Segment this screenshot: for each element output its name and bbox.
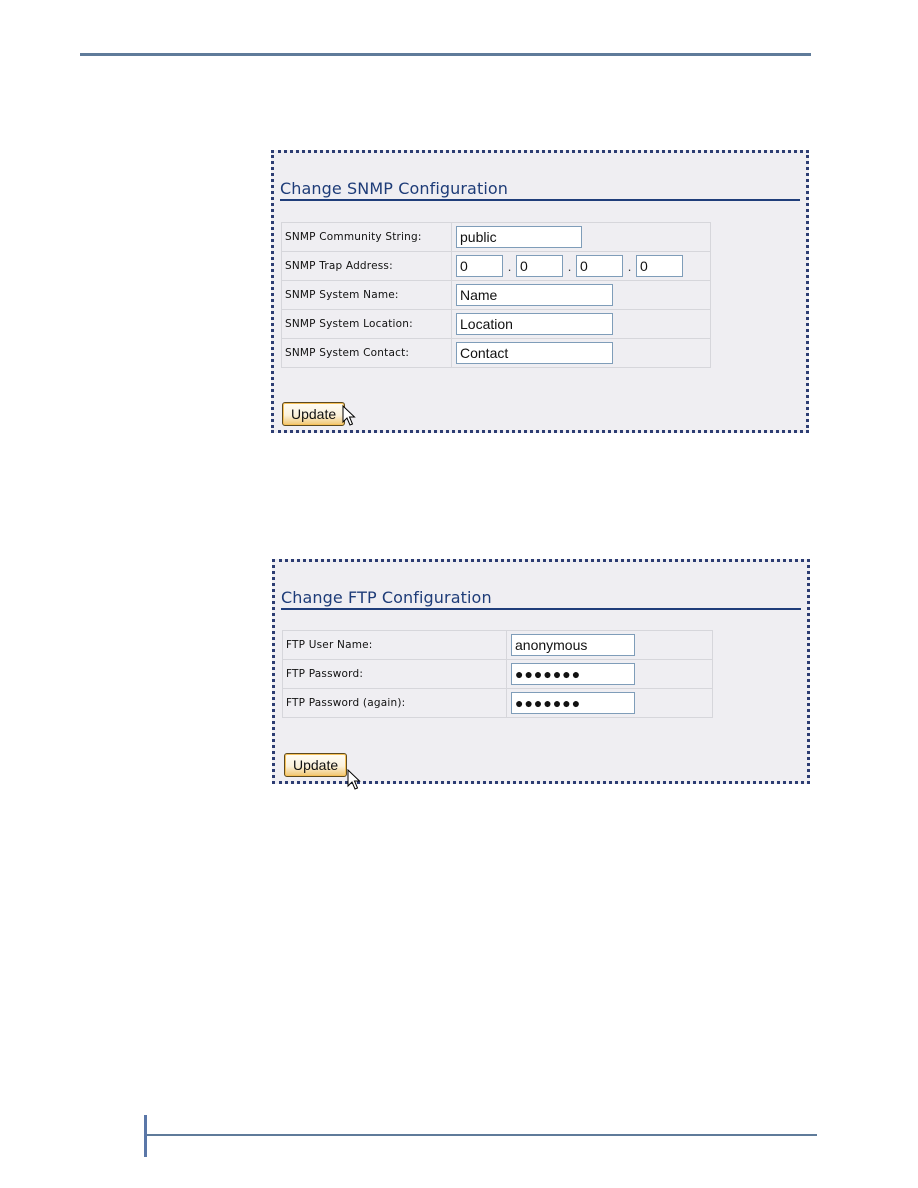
table-row: SNMP System Location: (281, 309, 711, 339)
ftp-user-name-cell (506, 630, 713, 660)
ftp-form-table: FTP User Name: FTP Password: FTP Passwor… (282, 630, 713, 718)
table-row: FTP User Name: (282, 630, 713, 660)
snmp-system-contact-input[interactable] (456, 342, 613, 364)
ftp-user-name-input[interactable] (511, 634, 635, 656)
ftp-password-again-label: FTP Password (again): (282, 688, 507, 718)
ftp-config-panel: Change FTP Configuration FTP User Name: … (272, 559, 810, 790)
page-header-rule (80, 53, 811, 56)
table-row: FTP Password: (282, 659, 713, 689)
table-row: SNMP System Name: (281, 280, 711, 310)
snmp-trap-octet-1-input[interactable] (456, 255, 503, 277)
ftp-update-button[interactable]: Update (284, 753, 348, 777)
snmp-system-location-input[interactable] (456, 313, 613, 335)
snmp-system-name-cell (451, 280, 711, 310)
mouse-pointer-icon (347, 769, 361, 790)
table-row: SNMP System Contact: (281, 338, 711, 368)
ftp-password-input[interactable] (511, 663, 635, 685)
ftp-user-name-label: FTP User Name: (282, 630, 507, 660)
ftp-password-again-cell (506, 688, 713, 718)
snmp-trap-octet-3-input[interactable] (576, 255, 623, 277)
table-row: SNMP Community String: (281, 222, 711, 252)
snmp-system-location-label: SNMP System Location: (281, 309, 452, 339)
table-row: SNMP Trap Address: ... (281, 251, 711, 281)
snmp-form-table: SNMP Community String: SNMP Trap Address… (281, 222, 711, 368)
snmp-community-input[interactable] (456, 226, 582, 248)
page-footer-rule (147, 1134, 817, 1136)
snmp-trap-label: SNMP Trap Address: (281, 251, 452, 281)
snmp-config-panel: Change SNMP Configuration SNMP Community… (271, 150, 809, 433)
snmp-system-contact-label: SNMP System Contact: (281, 338, 452, 368)
ip-separator: . (507, 258, 512, 274)
snmp-update-button[interactable]: Update (282, 402, 346, 426)
snmp-trap-octet-4-input[interactable] (636, 255, 683, 277)
ftp-password-again-input[interactable] (511, 692, 635, 714)
snmp-community-label: SNMP Community String: (281, 222, 452, 252)
snmp-panel-title: Change SNMP Configuration (280, 179, 800, 201)
ip-separator: . (627, 258, 632, 274)
snmp-system-contact-cell (451, 338, 711, 368)
ftp-password-cell (506, 659, 713, 689)
snmp-system-location-cell (451, 309, 711, 339)
table-row: FTP Password (again): (282, 688, 713, 718)
ftp-panel-title: Change FTP Configuration (281, 588, 801, 610)
snmp-system-name-input[interactable] (456, 284, 613, 306)
snmp-community-cell (451, 222, 711, 252)
ftp-password-label: FTP Password: (282, 659, 507, 689)
page-footer-bar (144, 1115, 147, 1157)
snmp-trap-octet-2-input[interactable] (516, 255, 563, 277)
snmp-trap-cell: ... (451, 251, 711, 281)
ip-separator: . (567, 258, 572, 274)
snmp-system-name-label: SNMP System Name: (281, 280, 452, 310)
